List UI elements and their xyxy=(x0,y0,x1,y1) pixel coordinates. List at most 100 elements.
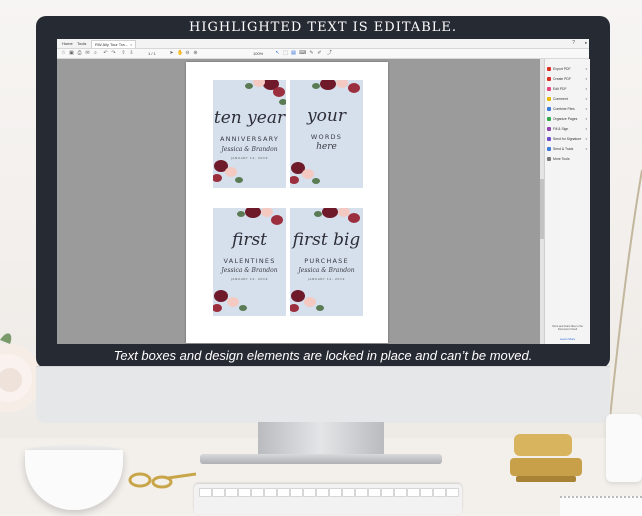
combine-files-icon xyxy=(547,107,551,112)
keyboard-key xyxy=(277,488,290,497)
keyboard-key xyxy=(446,488,459,497)
keyboard-icon[interactable]: ⌨ xyxy=(299,51,306,56)
keyboard-key xyxy=(433,488,446,497)
keyboard-key xyxy=(212,488,225,497)
tool-label: Edit PDF xyxy=(553,87,567,91)
document-canvas[interactable]: ten year ANNIVERSARY Jessica & Brandon J… xyxy=(57,59,540,344)
tool-item[interactable]: Fill & Sign ▾ xyxy=(547,125,589,134)
tool-item[interactable]: Comment ▾ xyxy=(547,95,589,104)
chevron-down-icon[interactable]: ▾ xyxy=(585,65,587,74)
keyboard-key xyxy=(290,488,303,497)
white-vase xyxy=(606,414,642,482)
redo-icon[interactable]: ↷ xyxy=(111,51,116,56)
card-first-valentines: first VALENTINES Jessica & Brandon JANUA… xyxy=(213,208,286,316)
chevron-down-icon[interactable]: ▾ xyxy=(585,95,587,104)
tool-label: Organize Pages xyxy=(553,117,578,121)
card-line3[interactable]: here xyxy=(290,142,363,152)
tool-item[interactable]: Export PDF ▾ xyxy=(547,65,589,74)
chevron-down-icon[interactable]: ▾ xyxy=(585,125,587,134)
keyboard-key xyxy=(251,488,264,497)
keyboard-key xyxy=(355,488,368,497)
help-icon[interactable]: ? xyxy=(572,40,575,46)
hand-icon[interactable]: ✋ xyxy=(177,51,183,56)
card-date[interactable]: JANUARY 12, 2019 xyxy=(290,277,363,281)
zoom-in-icon[interactable]: ⊕ xyxy=(193,51,198,56)
keyboard-key xyxy=(303,488,316,497)
tab-tools[interactable]: Tools xyxy=(74,40,89,47)
tool-label: Combine Files xyxy=(553,107,575,111)
card-line1[interactable]: your xyxy=(290,106,363,126)
select-tool-icon[interactable]: ↖ xyxy=(275,51,280,56)
star-icon[interactable]: ☆ xyxy=(61,51,66,56)
chevron-down-icon[interactable]: ▾ xyxy=(585,145,587,154)
page-indicator[interactable]: 1 / 1 xyxy=(148,51,156,56)
tool-label: Fill & Sign xyxy=(553,127,569,131)
card-line2[interactable]: ANNIVERSARY xyxy=(213,135,286,143)
fill-sign-icon xyxy=(547,127,551,132)
card-names[interactable]: Jessica & Brandon xyxy=(213,146,286,153)
comment-tool-icon[interactable]: ✎ xyxy=(309,51,314,56)
card-line2[interactable]: WORDS xyxy=(290,133,363,141)
gold-stapler-decor xyxy=(510,434,582,482)
bell-icon[interactable]: ● xyxy=(585,40,587,45)
card-line1[interactable]: first xyxy=(213,230,286,250)
page-up-icon[interactable]: ⇧ xyxy=(121,51,126,56)
card-names[interactable]: Jessica & Brandon xyxy=(290,267,363,274)
keyboard-key xyxy=(381,488,394,497)
keyboard-key xyxy=(238,488,251,497)
zoom-level[interactable]: 100% xyxy=(253,51,263,56)
caption-text: Text boxes and design elements are locke… xyxy=(113,348,533,363)
tab-document[interactable]: RW Ally Tour Tra... × xyxy=(91,40,137,48)
share-icon[interactable]: ⤴ xyxy=(327,51,332,56)
monitor-base xyxy=(200,454,442,464)
card-date[interactable]: JANUARY 12, 2019 xyxy=(213,156,286,160)
keyboard-key xyxy=(342,488,355,497)
fit-page-icon[interactable]: ⬚ xyxy=(283,51,288,56)
chevron-down-icon[interactable]: ▾ xyxy=(585,85,587,94)
tool-item[interactable]: Send & Track ▾ xyxy=(547,145,589,154)
save-icon[interactable]: ▣ xyxy=(69,51,74,56)
tool-item[interactable]: Create PDF ▾ xyxy=(547,75,589,84)
keyboard-key xyxy=(316,488,329,497)
keyboard-key xyxy=(199,488,212,497)
headline-banner: HIGHLIGHTED TEXT IS EDITABLE. xyxy=(189,20,457,35)
page-down-icon[interactable]: ⇩ xyxy=(129,51,134,56)
card-names[interactable]: Jessica & Brandon xyxy=(213,267,286,274)
tools-pane: Export PDF ▾ Create PDF ▾ Edit PDF ▾ Comment ▾ C… xyxy=(544,59,590,344)
card-date[interactable]: JANUARY 12, 2019 xyxy=(213,277,286,281)
search-icon[interactable]: ⌕ xyxy=(93,51,98,56)
card-line1[interactable]: first big xyxy=(290,230,363,250)
card-your-words: your WORDS here xyxy=(290,80,363,188)
chevron-down-icon[interactable]: ▾ xyxy=(585,105,587,114)
print-icon[interactable]: ⎙ xyxy=(77,51,82,56)
chevron-down-icon[interactable]: ▾ xyxy=(585,135,587,144)
tool-item[interactable]: Combine Files ▾ xyxy=(547,105,589,114)
card-line1[interactable]: ten year xyxy=(213,108,286,128)
tool-item[interactable]: Edit PDF ▾ xyxy=(547,85,589,94)
undo-icon[interactable]: ↶ xyxy=(103,51,108,56)
tool-item[interactable]: Organize Pages ▾ xyxy=(547,115,589,124)
highlight-icon[interactable]: ✐ xyxy=(317,51,322,56)
organize-pages-icon xyxy=(547,117,551,122)
zoom-out-icon[interactable]: ⊖ xyxy=(185,51,190,56)
card-first-big-purchase: first big PURCHASE Jessica & Brandon JAN… xyxy=(290,208,363,316)
tool-item[interactable]: More Tools xyxy=(547,155,589,164)
tool-label: Send & Track xyxy=(553,147,574,151)
tool-item[interactable]: Send for Signature ▾ xyxy=(547,135,589,144)
keyboard-key xyxy=(394,488,407,497)
keyboard-key xyxy=(225,488,238,497)
peony-flower-decor xyxy=(0,333,40,412)
chevron-down-icon[interactable]: ▾ xyxy=(585,75,587,84)
cursor-icon[interactable]: ➤ xyxy=(169,51,174,56)
tab-bar: Home Tools RW Ally Tour Tra... × ? ● xyxy=(57,39,589,49)
tool-label: Create PDF xyxy=(553,77,571,81)
scroll-mode-icon[interactable]: ▤ xyxy=(291,51,296,56)
chevron-down-icon[interactable]: ▾ xyxy=(585,115,587,124)
close-icon[interactable]: × xyxy=(130,42,132,47)
card-line2[interactable]: VALENTINES xyxy=(213,257,286,265)
email-icon[interactable]: ✉ xyxy=(85,51,90,56)
card-line2[interactable]: PURCHASE xyxy=(290,257,363,265)
learn-more-link[interactable]: Learn More xyxy=(547,337,588,341)
pdf-app-window: Home Tools RW Ally Tour Tra... × ? ● ☆ ▣ … xyxy=(57,39,590,344)
keyboard-key xyxy=(368,488,381,497)
